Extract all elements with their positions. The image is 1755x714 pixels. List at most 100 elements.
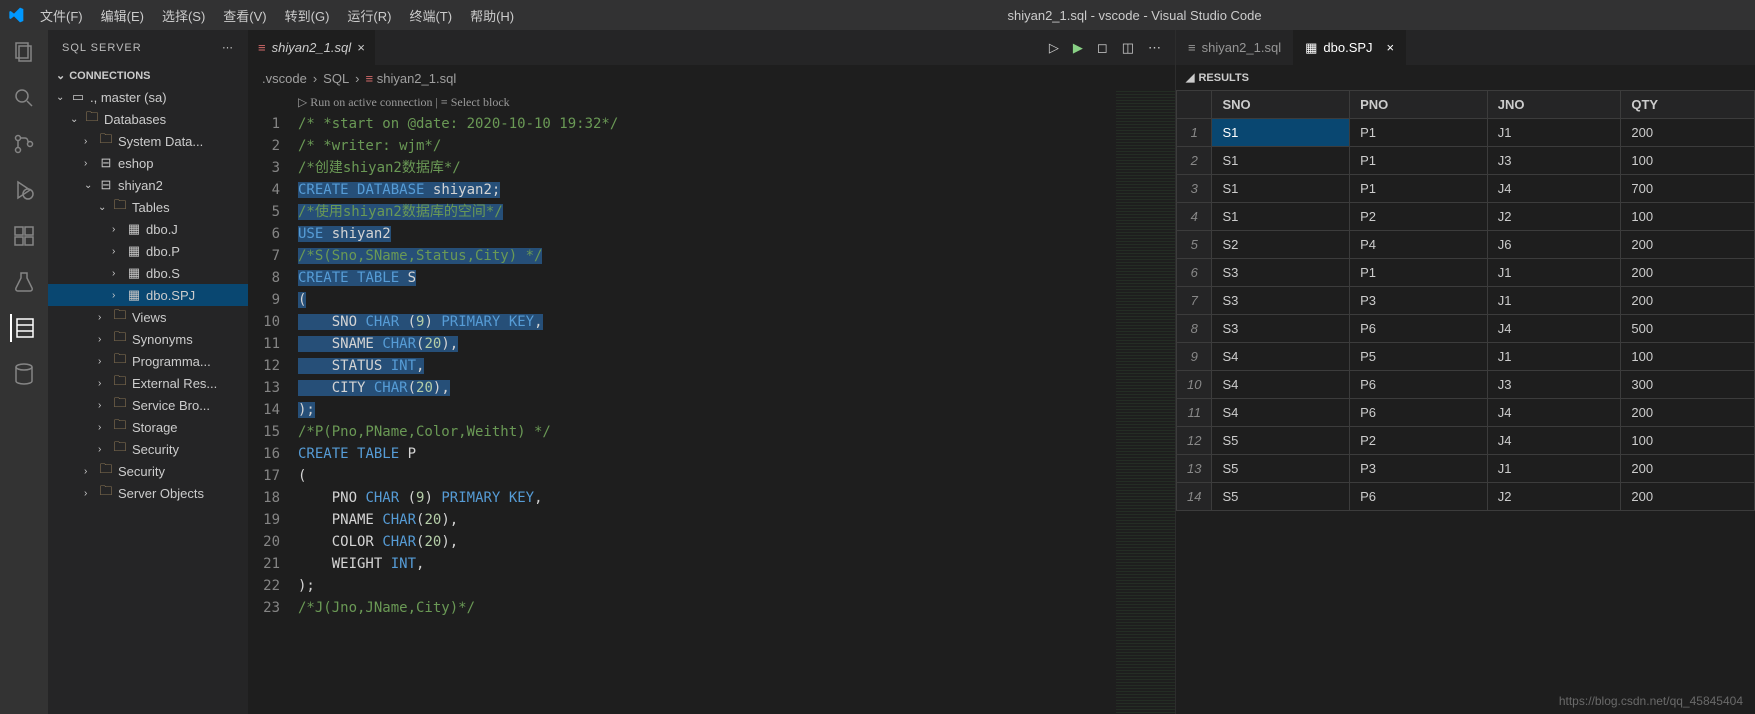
table-cell[interactable]: S5: [1212, 483, 1350, 511]
code-line[interactable]: );: [298, 399, 1115, 421]
code-line[interactable]: CITY CHAR(20),: [298, 377, 1115, 399]
test-icon[interactable]: [10, 268, 38, 296]
table-row[interactable]: 1S1P1J1200: [1177, 119, 1755, 147]
table-cell[interactable]: J1: [1487, 343, 1621, 371]
menu-item[interactable]: 帮助(H): [462, 2, 522, 29]
table-cell[interactable]: J6: [1487, 231, 1621, 259]
code-line[interactable]: /*J(Jno,JName,City)*/: [298, 597, 1115, 619]
table-cell[interactable]: P5: [1350, 343, 1488, 371]
debug-icon[interactable]: [10, 176, 38, 204]
code-line[interactable]: (: [298, 289, 1115, 311]
table-cell[interactable]: 100: [1621, 147, 1755, 175]
tree-item[interactable]: ›🗀Security: [48, 460, 248, 482]
code-line[interactable]: /* *writer: wjm*/: [298, 135, 1115, 157]
table-cell[interactable]: 100: [1621, 427, 1755, 455]
search-icon[interactable]: [10, 84, 38, 112]
play-icon[interactable]: ▶: [1073, 40, 1083, 56]
menu-item[interactable]: 终端(T): [401, 2, 460, 29]
close-icon[interactable]: ×: [357, 40, 365, 55]
tree-item[interactable]: ›🗀Views: [48, 306, 248, 328]
table-cell[interactable]: P1: [1350, 259, 1488, 287]
table-cell[interactable]: S3: [1212, 259, 1350, 287]
table-row[interactable]: 8S3P6J4500: [1177, 315, 1755, 343]
tree-item[interactable]: ›▦dbo.P: [48, 240, 248, 262]
menu-item[interactable]: 选择(S): [154, 2, 213, 29]
table-cell[interactable]: J4: [1487, 427, 1621, 455]
column-header[interactable]: QTY: [1621, 91, 1755, 119]
run-icon[interactable]: ▷: [1049, 40, 1059, 56]
table-cell[interactable]: P2: [1350, 427, 1488, 455]
table-cell[interactable]: 200: [1621, 259, 1755, 287]
column-header[interactable]: PNO: [1350, 91, 1488, 119]
table-cell[interactable]: J2: [1487, 483, 1621, 511]
code-line[interactable]: (: [298, 465, 1115, 487]
column-header[interactable]: JNO: [1487, 91, 1621, 119]
table-cell[interactable]: P1: [1350, 119, 1488, 147]
more-icon[interactable]: ⋯: [1148, 40, 1161, 56]
code-line[interactable]: /* *start on @date: 2020-10-10 19:32*/: [298, 113, 1115, 135]
table-row[interactable]: 10S4P6J3300: [1177, 371, 1755, 399]
table-cell[interactable]: J4: [1487, 315, 1621, 343]
tree-item[interactable]: ⌄🗀Tables: [48, 196, 248, 218]
table-row[interactable]: 2S1P1J3100: [1177, 147, 1755, 175]
tree-item[interactable]: ›🗀System Data...: [48, 130, 248, 152]
tree-item[interactable]: ›🗀Programma...: [48, 350, 248, 372]
table-cell[interactable]: S1: [1212, 119, 1350, 147]
table-cell[interactable]: P3: [1350, 455, 1488, 483]
table-cell[interactable]: P6: [1350, 371, 1488, 399]
connections-section[interactable]: ⌄ CONNECTIONS: [48, 65, 248, 86]
result-tab[interactable]: ▦dbo.SPJ×: [1293, 30, 1406, 65]
code-line[interactable]: /*创建shiyan2数据库*/: [298, 157, 1115, 179]
stop-icon[interactable]: ◻: [1097, 40, 1108, 56]
code-line[interactable]: PNAME CHAR(20),: [298, 509, 1115, 531]
table-cell[interactable]: S1: [1212, 175, 1350, 203]
breadcrumb[interactable]: .vscode›SQL›≡ shiyan2_1.sql: [248, 65, 1175, 91]
table-cell[interactable]: P2: [1350, 203, 1488, 231]
table-cell[interactable]: J4: [1487, 399, 1621, 427]
table-cell[interactable]: 200: [1621, 455, 1755, 483]
column-header[interactable]: SNO: [1212, 91, 1350, 119]
table-cell[interactable]: J1: [1487, 119, 1621, 147]
code-line[interactable]: CREATE TABLE S: [298, 267, 1115, 289]
table-cell[interactable]: P1: [1350, 175, 1488, 203]
table-cell[interactable]: S4: [1212, 343, 1350, 371]
tab-shiyan2[interactable]: ≡ shiyan2_1.sql ×: [248, 30, 376, 65]
table-cell[interactable]: P1: [1350, 147, 1488, 175]
table-row[interactable]: 5S2P4J6200: [1177, 231, 1755, 259]
code-line[interactable]: SNO CHAR (9) PRIMARY KEY,: [298, 311, 1115, 333]
table-cell[interactable]: J1: [1487, 259, 1621, 287]
table-cell[interactable]: 500: [1621, 315, 1755, 343]
code-line[interactable]: USE shiyan2: [298, 223, 1115, 245]
table-row[interactable]: 3S1P1J4700: [1177, 175, 1755, 203]
table-cell[interactable]: 200: [1621, 231, 1755, 259]
tree-item[interactable]: ›🗀Service Bro...: [48, 394, 248, 416]
sidebar-more-icon[interactable]: ⋯: [222, 41, 234, 54]
table-cell[interactable]: S5: [1212, 427, 1350, 455]
code-line[interactable]: /*S(Sno,SName,Status,City) */: [298, 245, 1115, 267]
table-cell[interactable]: J3: [1487, 147, 1621, 175]
source-control-icon[interactable]: [10, 130, 38, 158]
tree-item[interactable]: ›🗀Storage: [48, 416, 248, 438]
table-row[interactable]: 7S3P3J1200: [1177, 287, 1755, 315]
tree-item[interactable]: ⌄⊟shiyan2: [48, 174, 248, 196]
table-cell[interactable]: S4: [1212, 399, 1350, 427]
table-row[interactable]: 11S4P6J4200: [1177, 399, 1755, 427]
menu-item[interactable]: 运行(R): [339, 2, 399, 29]
menu-item[interactable]: 编辑(E): [93, 2, 152, 29]
table-cell[interactable]: S3: [1212, 315, 1350, 343]
table-row[interactable]: 14S5P6J2200: [1177, 483, 1755, 511]
table-cell[interactable]: 100: [1621, 203, 1755, 231]
table-row[interactable]: 13S5P3J1200: [1177, 455, 1755, 483]
tree-item[interactable]: ›▦dbo.S: [48, 262, 248, 284]
code-line[interactable]: /*P(Pno,PName,Color,Weitht) */: [298, 421, 1115, 443]
close-icon[interactable]: ×: [1387, 40, 1395, 55]
table-cell[interactable]: S1: [1212, 203, 1350, 231]
minimap[interactable]: [1115, 91, 1175, 714]
code-line[interactable]: CREATE DATABASE shiyan2;: [298, 179, 1115, 201]
code-line[interactable]: SNAME CHAR(20),: [298, 333, 1115, 355]
code-line[interactable]: STATUS INT,: [298, 355, 1115, 377]
table-cell[interactable]: J1: [1487, 287, 1621, 315]
code-line[interactable]: COLOR CHAR(20),: [298, 531, 1115, 553]
code-area[interactable]: ▷ Run on active connection | ≡ Select bl…: [298, 91, 1115, 714]
tree-item[interactable]: ⌄▭., master (sa): [48, 86, 248, 108]
